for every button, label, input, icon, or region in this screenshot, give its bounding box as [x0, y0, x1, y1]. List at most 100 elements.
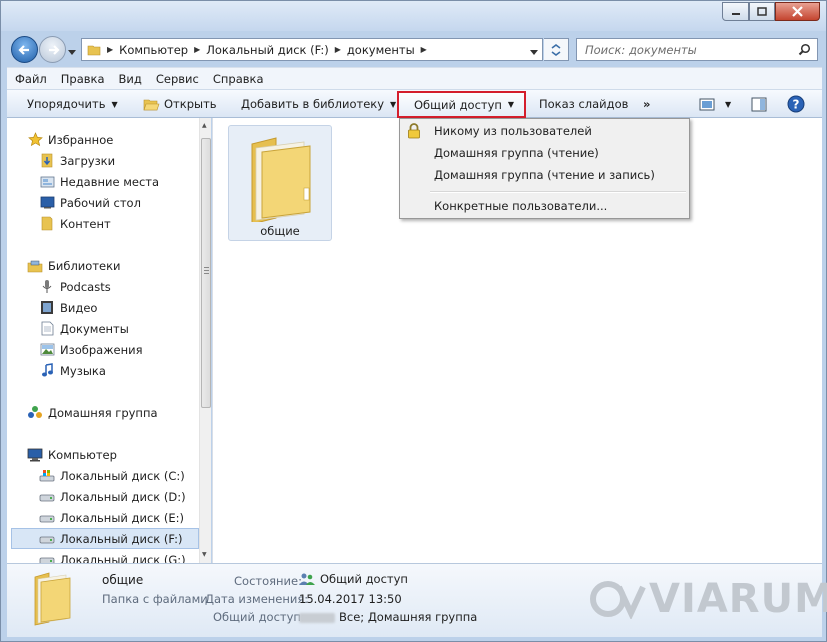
homegroup-icon — [27, 405, 43, 421]
downloads-folder-icon — [39, 153, 55, 169]
change-view-button[interactable]: ▼ — [699, 90, 731, 118]
nav-homegroup-label: Домашняя группа — [48, 405, 158, 420]
chevron-down-icon — [68, 50, 76, 55]
pictures-icon — [39, 342, 55, 358]
menu-help[interactable]: Справка — [205, 72, 270, 86]
details-sharing-value: Все; Домашняя группа — [339, 610, 478, 624]
details-modified-value: 15.04.2017 13:50 — [299, 592, 402, 606]
details-sharing: Все; Домашняя группа — [299, 610, 477, 624]
close-button[interactable] — [775, 2, 820, 21]
menu-tools[interactable]: Сервис — [148, 72, 205, 86]
share-nobody-label: Никому из пользователей — [434, 124, 592, 138]
address-row: ▶ Компьютер ▶ Локальный диск (F:) ▶ доку… — [1, 31, 826, 67]
menu-view[interactable]: Вид — [111, 72, 148, 86]
organize-button[interactable]: Упорядочить ▼ — [27, 90, 118, 118]
search-icon[interactable] — [798, 43, 811, 59]
nav-scroll-thumb[interactable] — [201, 138, 211, 408]
nav-computer[interactable]: Компьютер — [27, 444, 211, 465]
nav-libraries[interactable]: Библиотеки — [27, 255, 211, 276]
folder-item[interactable]: общие — [228, 125, 332, 241]
music-icon — [39, 363, 55, 379]
nav-scrollbar[interactable]: ▲ ▼ — [199, 118, 211, 563]
minimize-icon — [731, 12, 740, 15]
nav-documents-label: Документы — [60, 321, 129, 336]
nav-music[interactable]: Музыка — [39, 360, 211, 381]
menu-file[interactable]: Файл — [7, 72, 53, 86]
nav-recent-places-label: Недавние места — [60, 174, 160, 189]
nav-video-label: Видео — [60, 300, 98, 315]
recent-pages-button[interactable] — [68, 45, 76, 59]
nav-drive-d-label: Локальный диск (D:) — [60, 489, 186, 504]
address-history-dropdown[interactable] — [530, 45, 538, 59]
details-state: Общий доступ — [298, 572, 408, 586]
breadcrumb-drive-f[interactable]: Локальный диск (F:) — [200, 43, 328, 57]
nav-downloads[interactable]: Загрузки — [39, 150, 211, 171]
menu-edit[interactable]: Правка — [53, 72, 111, 86]
menu-separator — [430, 191, 686, 193]
nav-content[interactable]: Контент — [39, 213, 211, 234]
share-homegroup-read-item[interactable]: Домашняя группа (чтение) — [401, 142, 688, 164]
nav-documents[interactable]: Документы — [39, 318, 211, 339]
scroll-up-icon[interactable]: ▲ — [202, 122, 207, 129]
share-nobody-item[interactable]: Никому из пользователей — [401, 120, 688, 142]
recent-places-icon — [39, 174, 55, 190]
share-label: Общий доступ — [414, 97, 502, 112]
nav-recent-places[interactable]: Недавние места — [39, 171, 211, 192]
nav-drive-f-label: Локальный диск (F:) — [60, 531, 183, 546]
navigation-pane: Избранное Загрузки Недавние места Рабочи… — [7, 118, 211, 563]
folder-icon — [87, 43, 101, 57]
preview-pane-button[interactable] — [751, 90, 767, 118]
more-commands-label: » — [643, 97, 651, 111]
help-button[interactable]: ? — [787, 90, 805, 118]
more-commands-button[interactable]: » — [643, 90, 650, 118]
nav-pictures[interactable]: Изображения — [39, 339, 211, 360]
view-icon — [699, 98, 715, 110]
nav-drive-c-label: Локальный диск (C:) — [60, 468, 185, 483]
nav-drive-f[interactable]: Локальный диск (F:) — [11, 528, 199, 549]
drive-icon — [39, 552, 55, 563]
nav-desktop[interactable]: Рабочий стол — [39, 192, 211, 213]
folder-name: общие — [260, 224, 300, 238]
nav-favorites[interactable]: Избранное — [27, 129, 211, 150]
libraries-icon — [27, 258, 43, 274]
nav-drive-g[interactable]: Локальный диск (G:) — [39, 549, 211, 563]
slideshow-label: Показ слайдов — [539, 97, 629, 111]
menu-bar: Файл Правка Вид Сервис Справка — [7, 67, 822, 89]
address-bar[interactable]: ▶ Компьютер ▶ Локальный диск (F:) ▶ доку… — [81, 38, 543, 61]
add-to-library-button[interactable]: Добавить в библиотеку ▼ — [241, 90, 396, 118]
maximize-button[interactable] — [749, 2, 775, 21]
share-dropdown-menu: Никому из пользователей Домашняя группа … — [399, 118, 690, 219]
nav-podcasts[interactable]: Podcasts — [39, 276, 211, 297]
search-box[interactable] — [576, 38, 818, 61]
details-state-label: Состояние: — [234, 574, 302, 588]
folder-icon — [251, 137, 311, 222]
nav-drive-d[interactable]: Локальный диск (D:) — [39, 486, 211, 507]
share-specific-users-item[interactable]: Конкретные пользователи... — [401, 195, 688, 217]
details-state-value: Общий доступ — [320, 572, 408, 586]
explorer-window: ▶ Компьютер ▶ Локальный диск (F:) ▶ доку… — [0, 0, 827, 642]
folder-icon — [39, 216, 55, 232]
nav-video[interactable]: Видео — [39, 297, 211, 318]
scroll-down-icon[interactable]: ▼ — [202, 551, 207, 558]
nav-drive-c[interactable]: Локальный диск (C:) — [39, 465, 211, 486]
breadcrumb-documents[interactable]: документы — [341, 43, 415, 57]
back-button[interactable] — [11, 36, 38, 63]
nav-homegroup[interactable]: Домашняя группа — [27, 402, 211, 423]
chevron-down-icon — [530, 50, 538, 55]
nav-podcasts-label: Podcasts — [60, 279, 111, 294]
share-button[interactable]: Общий доступ ▼ — [397, 91, 526, 118]
nav-drive-e[interactable]: Локальный диск (E:) — [39, 507, 211, 528]
open-button[interactable]: Открыть — [143, 90, 217, 118]
forward-button[interactable] — [39, 36, 66, 63]
slideshow-button[interactable]: Показ слайдов — [539, 90, 628, 118]
drive-icon — [39, 531, 55, 547]
nav-desktop-label: Рабочий стол — [60, 195, 141, 210]
share-homegroup-readwrite-item[interactable]: Домашняя группа (чтение и запись) — [401, 164, 688, 186]
breadcrumb-computer[interactable]: Компьютер — [113, 43, 188, 57]
minimize-button[interactable] — [722, 2, 749, 21]
refresh-button[interactable] — [544, 38, 569, 61]
search-input[interactable] — [585, 42, 790, 57]
documents-icon — [39, 321, 55, 337]
breadcrumb-separator[interactable]: ▶ — [421, 45, 427, 54]
details-type: Папка с файлами — [102, 592, 208, 606]
